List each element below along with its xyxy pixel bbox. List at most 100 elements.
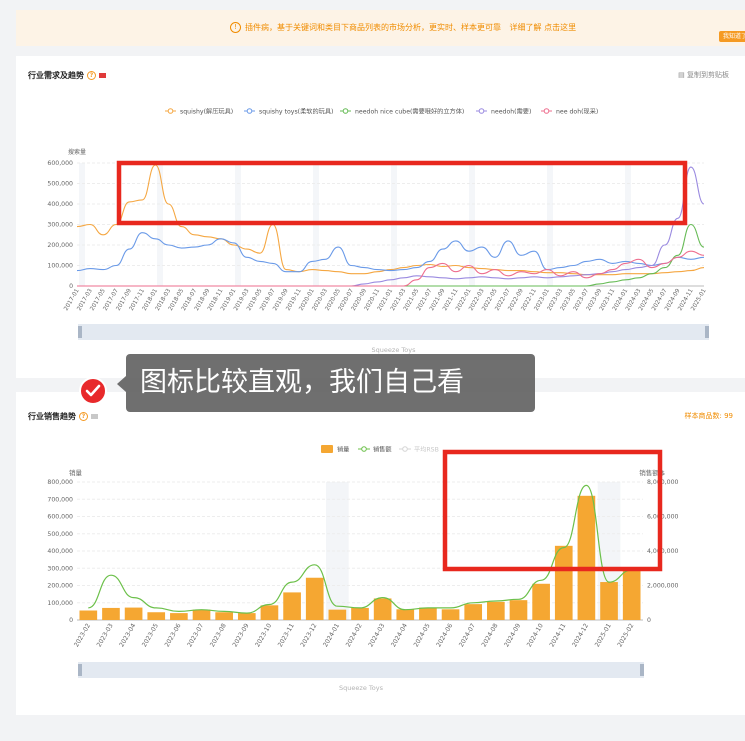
- sales-volume-bar: [260, 605, 279, 620]
- sales-volume-bar: [102, 607, 120, 620]
- legend-marker: [321, 445, 333, 453]
- x-tick-label: 2023-06: [164, 622, 183, 648]
- y-tick-label: 200,000: [47, 583, 73, 590]
- search-volume-chart: 搜索量 0 100,000 200,000 300,000 400,000 500,000 6…: [47, 107, 709, 354]
- x-tick-label: 2023-12: [299, 622, 318, 648]
- y-tick-label: 400,000: [47, 548, 73, 555]
- sales-volume-bar: [215, 612, 233, 620]
- y-tick-label: 400,000: [47, 201, 73, 208]
- x-tick-label: 2023-02: [73, 622, 92, 648]
- y-axis-label: 搜索量: [68, 148, 86, 156]
- x-tick-label: 2024-10: [526, 622, 545, 648]
- x-tick-label: 2024-03: [367, 622, 386, 648]
- x-tick-label: 2024-09: [503, 622, 522, 648]
- sales-volume-bar: [283, 592, 301, 620]
- sales-volume-bar: [79, 610, 98, 620]
- sales-volume-bar: [487, 601, 505, 620]
- slider-label: Squeeze Toys: [339, 684, 384, 692]
- y-tick-label-right: 4,000,000: [647, 548, 679, 555]
- x-tick-label: 2023-07: [186, 622, 205, 648]
- sales-volume-bar: [237, 613, 256, 620]
- y-tick-label-right: 0: [647, 617, 651, 624]
- legend-marker: [361, 446, 367, 452]
- legend-marker: [167, 108, 174, 114]
- slider-label: Squeeze Toys: [372, 346, 417, 354]
- banner-link[interactable]: 详细了解 点击这里: [510, 23, 577, 32]
- y-tick-label: 500,000: [47, 531, 73, 538]
- y-tick-label-right: 2,000,000: [647, 583, 679, 590]
- x-tick-label: 2023-08: [209, 622, 228, 648]
- legend-label: needoh nice cube(需要哦好的立方体): [355, 107, 464, 115]
- notice-banner: ! 插件病，基于关键词和类目下商品列表的市场分析，更实时、样本更可靠 详细了解 点…: [16, 10, 745, 46]
- x-tick-label: 2023-11: [277, 622, 296, 648]
- sales-volume-bar: [351, 607, 369, 620]
- x-tick-label: 2024-01: [322, 622, 341, 648]
- sales-volume-bar: [373, 598, 392, 620]
- legend-label: needoh(需要): [491, 108, 531, 115]
- legend-marker: [342, 108, 349, 114]
- x-tick-label: 2024-05: [413, 622, 432, 648]
- y-tick-label: 700,000: [47, 496, 73, 503]
- x-tick-label: 2023-10: [254, 622, 273, 648]
- x-tick-label: 2024-08: [481, 622, 500, 648]
- slider-handle-left: [78, 326, 82, 338]
- legend-marker: [543, 108, 550, 114]
- y-tick-label: 0: [69, 283, 73, 290]
- y-tick-label: 0: [69, 617, 73, 624]
- y-tick-label: 300,000: [47, 565, 73, 572]
- sales-volume-bar: [170, 613, 188, 620]
- series-squishy-line: [76, 164, 705, 276]
- sales-volume-bar: [554, 545, 573, 620]
- sales-volume-bar: [622, 569, 641, 620]
- y-tick-label: 600,000: [47, 514, 73, 521]
- toast-arrow: [117, 376, 126, 392]
- x-tick-label: 2023-04: [118, 622, 137, 648]
- y-tick-label: 600,000: [47, 160, 73, 167]
- x-tick-label: 2024-04: [390, 622, 409, 648]
- y-tick-label: 500,000: [47, 181, 73, 188]
- x-tick-label: 2024-11: [549, 622, 568, 648]
- legend-label: 平均RSB: [414, 446, 439, 454]
- sales-volume-bar: [464, 604, 483, 620]
- sales-volume-bar: [509, 600, 528, 620]
- legend-marker: [402, 446, 408, 452]
- y-axis-label: 销量: [69, 468, 83, 477]
- series-needoh-nice-cube-line: [76, 223, 705, 287]
- legend-marker: [246, 108, 253, 114]
- sales-volume-bar: [577, 495, 596, 620]
- y-tick-label: 800,000: [47, 479, 73, 486]
- legend-label: squishy toys(柔软的玩具): [259, 107, 333, 115]
- x-tick-label: 2023-03: [96, 622, 115, 648]
- check-circle-icon: [79, 377, 107, 405]
- slider-handle-right: [705, 326, 709, 338]
- x-tick-label: 2024-02: [345, 622, 364, 648]
- x-tick-label: 2024-12: [571, 622, 590, 648]
- sales-volume-bar: [328, 609, 347, 620]
- info-circle-icon: !: [230, 22, 241, 33]
- legend-label: 销量: [337, 446, 349, 454]
- legend-label: 销售额: [373, 446, 392, 454]
- legend-label: nee doh(现采): [556, 107, 598, 115]
- sales-volume-bar: [192, 609, 211, 620]
- sales-volume-bar: [532, 583, 550, 620]
- y-tick-label-right: 8,000,000: [647, 479, 679, 486]
- range-slider: [78, 324, 709, 340]
- x-tick-label: 2024-07: [458, 622, 477, 648]
- sales-volume-bar: [124, 607, 143, 620]
- x-tick-label: 2025-01: [594, 622, 613, 648]
- legend-label: squishy(解压玩具): [180, 107, 233, 115]
- sales-volume-bar: [147, 612, 166, 620]
- series-nee-doh-line: [76, 250, 705, 287]
- x-tick-label: 2023-05: [141, 622, 160, 648]
- sales-volume-bar: [600, 582, 618, 620]
- y-tick-label: 300,000: [47, 222, 73, 229]
- sales-volume-bar: [305, 577, 324, 620]
- comment-toast: 图标比较直观，我们自己看: [126, 354, 535, 412]
- x-tick-label: 2024-06: [435, 622, 454, 648]
- dismiss-button[interactable]: 我知道了: [719, 31, 745, 42]
- sales-chart: 销量 销售额 $0100,000200,000300,000400,000500,…: [47, 445, 679, 692]
- range-slider: [78, 662, 644, 678]
- y-tick-label: 200,000: [47, 242, 73, 249]
- y-tick-label: 100,000: [47, 263, 73, 270]
- demand-trend-panel: 行业需求及趋势? ▤ 复制到剪贴板 搜索量 0 100,000 200,000 300,…: [16, 56, 745, 378]
